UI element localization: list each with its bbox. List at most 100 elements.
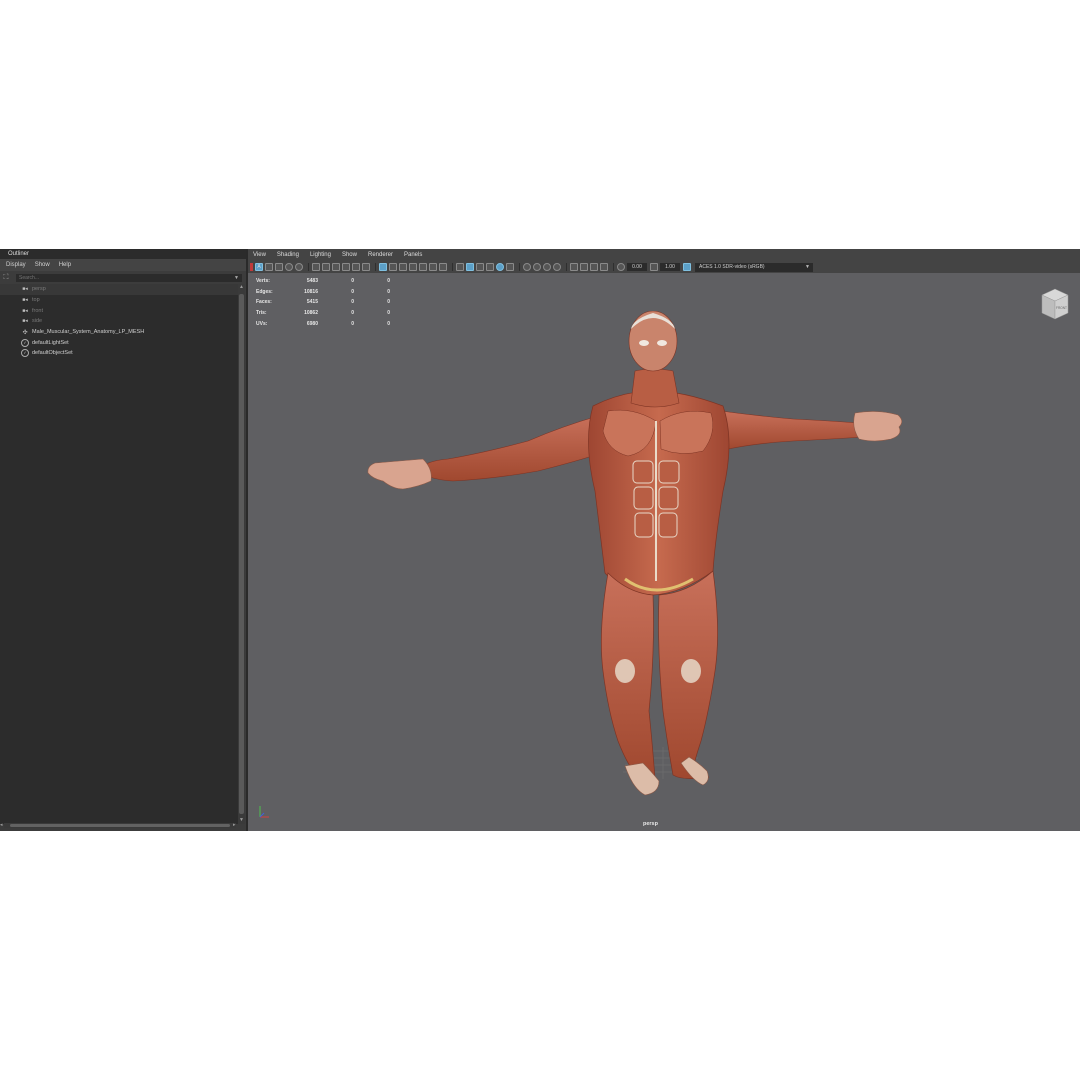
menu-lighting[interactable]: Lighting [310,249,331,261]
hud-icon[interactable] [553,263,561,271]
gamma-icon[interactable] [650,263,658,271]
list-item[interactable]: ✓ defaultLightSet [0,337,238,348]
list-item[interactable]: ✣ Male_Muscular_System_Anatomy_LP_MESH [0,327,238,338]
exposure-field[interactable]: 0.00 [627,263,647,271]
toolbar-handle[interactable] [250,263,253,271]
outliner-vertical-scrollbar[interactable]: ▲ ▼ [238,284,245,824]
list-item-label: top [32,297,40,304]
hud-label: Verts: [256,278,270,285]
camera-icon: ■◂ [22,297,28,304]
hud-value: 0 [387,278,390,285]
menu-view[interactable]: View [253,249,266,261]
search-dropdown-icon[interactable]: ▼ [234,275,239,281]
2d-pan-zoom-icon[interactable] [295,263,303,271]
exposure-icon[interactable] [617,263,625,271]
xray-joints-icon[interactable] [466,263,474,271]
camera-label: persp [643,821,658,827]
list-item[interactable]: ■◂ top [0,295,238,306]
scroll-thumb[interactable] [239,294,244,814]
hud-row: Verts: 5483 0 0 [256,276,390,287]
bookmark-icon[interactable] [275,263,283,271]
list-item[interactable]: ■◂ side [0,316,238,327]
hud-value: 10862 [304,310,318,317]
shadows-icon[interactable] [439,263,447,271]
outliner-panel: Outliner Display Show Help ⛶ ▼ ■◂ persp … [0,249,246,831]
hud-value: 10816 [304,288,318,295]
anti-aliasing-icon[interactable] [496,263,504,271]
menu-show[interactable]: Show [35,259,50,271]
outliner-search-row: ⛶ ▼ [0,273,246,283]
list-item[interactable]: ■◂ front [0,305,238,316]
isolate-select-icon[interactable] [523,263,531,271]
list-item-label: front [32,307,44,314]
maya-window: Outliner Display Show Help ⛶ ▼ ■◂ persp … [0,249,1080,831]
select-camera-icon[interactable]: A [255,263,263,271]
hud-label: UVs: [256,320,268,327]
menu-help[interactable]: Help [59,259,71,271]
wireframe-icon[interactable] [379,263,387,271]
outliner-menubar: Display Show Help [0,259,246,271]
hud-label: Faces: [256,299,272,306]
depth-of-field-icon[interactable] [506,263,514,271]
sync-icon[interactable] [543,263,551,271]
menu-shading[interactable]: Shading [277,249,299,261]
frame-selected-icon[interactable] [600,263,608,271]
screen-space-ao-icon[interactable] [476,263,484,271]
set-icon: ✓ [21,338,29,347]
frame-all-icon[interactable] [590,263,598,271]
filter-icon[interactable]: ⛶ [0,273,12,283]
move-icon[interactable] [580,263,588,271]
gamma-field[interactable]: 1.00 [660,263,680,271]
mesh-icon: ✣ [22,329,28,336]
default-material-icon[interactable] [399,263,407,271]
color-space-dropdown[interactable]: ACES 1.0 SDR-video (sRGB) ▼ [695,262,813,272]
grid-icon[interactable] [322,263,330,271]
hud-value: 5415 [306,299,318,306]
viewport-panel[interactable]: View Shading Lighting Show Renderer Pane… [248,249,1080,831]
field-chart-icon[interactable] [362,263,370,271]
list-item[interactable]: ■◂ persp [0,284,238,295]
scroll-up-icon[interactable]: ▲ [239,284,244,290]
scroll-thumb[interactable] [10,824,230,827]
list-item[interactable]: ✓ defaultObjectSet [0,348,238,359]
hud-value: 0 [351,320,354,327]
list-item-label: side [32,318,43,325]
hud-label: Edges: [256,288,273,295]
menu-renderer[interactable]: Renderer [368,249,393,261]
lights-icon[interactable] [429,263,437,271]
hud-value: 5483 [306,278,318,285]
menu-panels[interactable]: Panels [404,249,422,261]
view-cube[interactable]: FRONT [1040,287,1070,321]
xray-icon[interactable] [456,263,464,271]
menu-show[interactable]: Show [342,249,357,261]
camera-icon: ■◂ [22,286,28,293]
grease-pencil-icon[interactable] [312,263,320,271]
motion-blur-icon[interactable] [486,263,494,271]
wireframe-on-shaded-icon[interactable] [409,263,417,271]
scroll-left-icon[interactable]: ◂ [0,822,3,828]
outliner-search-input[interactable] [16,274,242,282]
hud-row: Faces: 5415 0 0 [256,297,390,308]
camera-icon: ■◂ [22,307,28,314]
list-item-label: defaultObjectSet [32,350,73,357]
hud-value: 0 [387,288,390,295]
image-plane-icon[interactable] [285,263,293,271]
smooth-shade-icon[interactable] [389,263,397,271]
color-management-icon[interactable] [683,263,691,271]
scroll-down-icon[interactable]: ▼ [239,817,244,823]
menu-display[interactable]: Display [6,259,26,271]
textured-icon[interactable] [419,263,427,271]
gate-mask-icon[interactable] [352,263,360,271]
set-icon: ✓ [21,349,29,358]
select-icon[interactable] [570,263,578,271]
color-space-value: ACES 1.0 SDR-video (sRGB) [699,263,765,270]
camera-attributes-icon[interactable] [265,263,273,271]
film-gate-icon[interactable] [332,263,340,271]
list-item-label: Male_Muscular_System_Anatomy_LP_MESH [32,329,145,336]
resolution-gate-icon[interactable] [342,263,350,271]
outliner-horizontal-scrollbar[interactable]: ◂ ▸ [0,822,236,828]
outliner-list: ■◂ persp ■◂ top ■◂ front ■◂ side ✣ Male_… [0,284,238,824]
search-icon[interactable] [533,263,541,271]
muscle-anatomy-mesh[interactable] [363,311,908,803]
scroll-right-icon[interactable]: ▸ [233,822,236,828]
